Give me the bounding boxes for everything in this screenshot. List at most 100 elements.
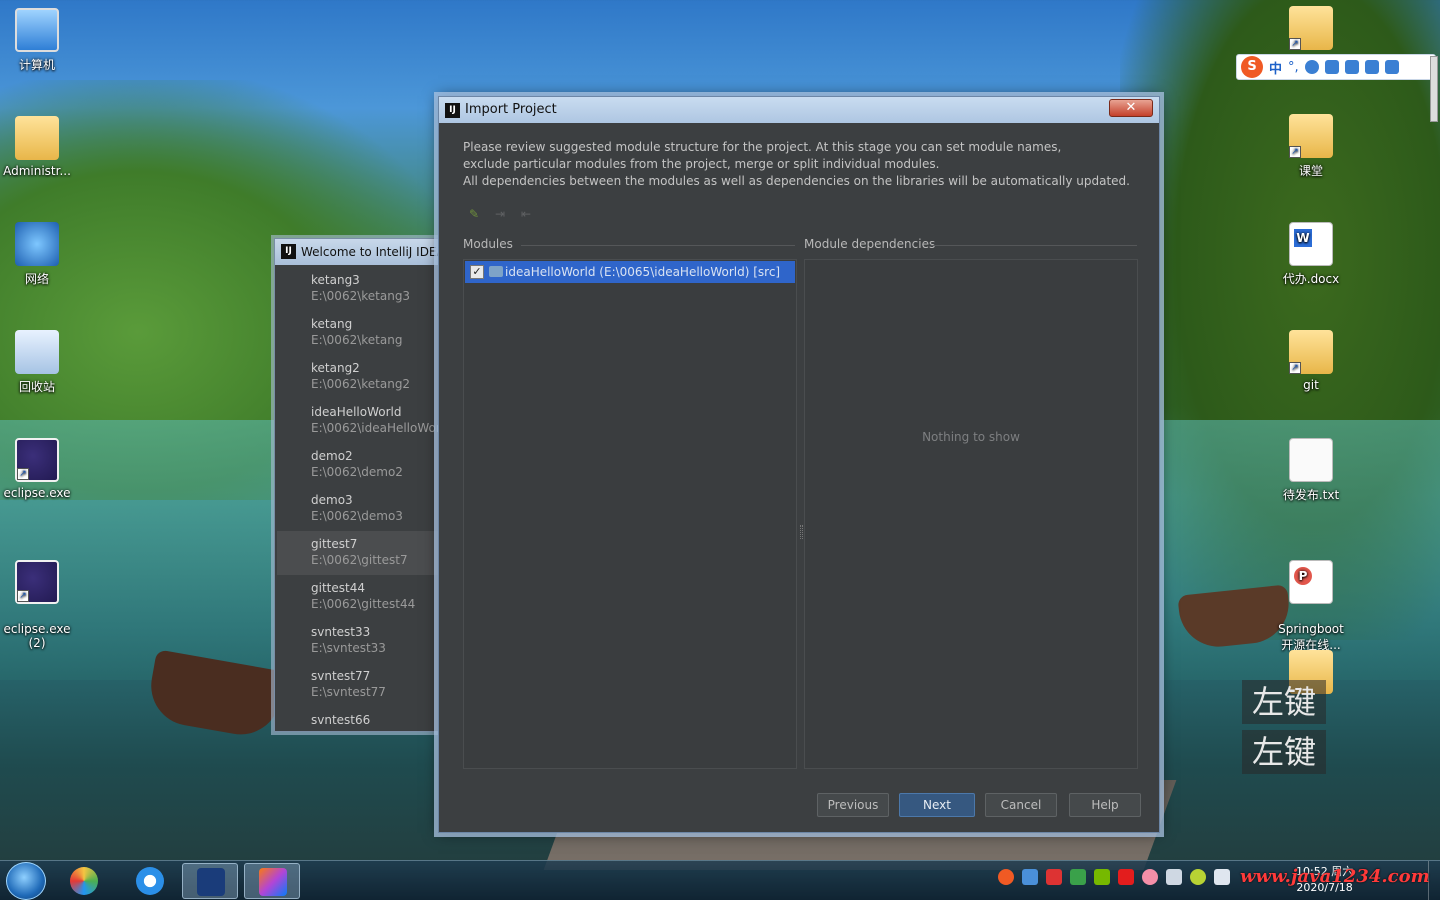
emoji-icon[interactable]	[1304, 60, 1319, 74]
list-item[interactable]: svntest66	[277, 707, 453, 731]
welcome-titlebar[interactable]: IJ Welcome to IntelliJ IDEA	[275, 239, 453, 265]
list-item[interactable]: demo3 E:\0062\demo3	[277, 487, 453, 531]
keyboard-icon[interactable]	[1344, 60, 1359, 74]
360-browser-icon	[70, 867, 98, 895]
desktop-icon-label: eclipse.exe (2)	[3, 622, 71, 650]
nvidia-icon[interactable]	[1094, 869, 1110, 885]
ime-punctuation-toggle[interactable]: °,	[1288, 60, 1299, 75]
list-item[interactable]: gittest7 E:\0062\gittest7	[277, 531, 453, 575]
project-name: svntest33	[311, 625, 371, 639]
recent-projects-list[interactable]: ketang3 E:\0062\ketang3 ketang E:\0062\ket…	[277, 267, 453, 731]
taskbar-app-intellij[interactable]	[244, 863, 300, 899]
desktop-icon-classroom[interactable]: ↗ 课堂	[1274, 114, 1348, 179]
microphone-icon[interactable]	[1324, 60, 1339, 74]
taskbar-app-qq-browser[interactable]	[122, 863, 178, 899]
project-name: ketang2	[311, 361, 360, 375]
skin-icon[interactable]	[1384, 60, 1399, 74]
module-folder-icon	[489, 266, 503, 277]
system-tray	[998, 869, 1230, 885]
desktop-icon-git[interactable]: ↗ git	[1274, 330, 1348, 392]
shortcut-arrow-icon: ↗	[1289, 38, 1301, 50]
desktop-icon-folder[interactable]: ↗	[1274, 6, 1348, 54]
toolbox-icon[interactable]	[1364, 60, 1379, 74]
split-module-icon[interactable]: ⇤	[521, 207, 535, 221]
ime-toolbar[interactable]: S 中 °,	[1236, 54, 1436, 80]
desktop-icon-computer[interactable]: 计算机	[0, 8, 74, 73]
splitter-handle[interactable]	[800, 525, 803, 539]
module-checkbox[interactable]: ✓	[470, 265, 484, 279]
import-project-dialog[interactable]: IJ Import Project ✕ Please review sugges…	[438, 96, 1160, 833]
list-item[interactable]: ketang2 E:\0062\ketang2	[277, 355, 453, 399]
network-tray-icon[interactable]	[1166, 869, 1182, 885]
cancel-button[interactable]: Cancel	[985, 793, 1057, 817]
tray-s-icon[interactable]	[1118, 869, 1134, 885]
start-button[interactable]	[6, 862, 46, 900]
cube-tray-icon[interactable]	[1022, 869, 1038, 885]
next-button[interactable]: Next	[899, 793, 975, 817]
taskbar-app-360[interactable]	[56, 863, 112, 899]
separator	[931, 245, 1137, 246]
ime-scroll-handle[interactable]	[1430, 56, 1438, 122]
desktop-icon-eclipse[interactable]: ↗ eclipse.exe	[0, 438, 74, 500]
modules-list[interactable]: ✓ ideaHelloWorld (E:\0065\ideaHelloWorld…	[463, 259, 797, 769]
merge-modules-icon[interactable]: ⇥	[495, 207, 509, 221]
text-file-icon	[1289, 438, 1333, 482]
desktop-icon-springboot[interactable]: Springboot 开源在线...	[1274, 546, 1348, 667]
tray-plus-icon[interactable]	[1190, 869, 1206, 885]
project-path: E:\0062\demo2	[311, 465, 403, 479]
rename-pencil-icon[interactable]: ✎	[469, 207, 483, 221]
close-button[interactable]: ✕	[1109, 99, 1153, 117]
description-line: Please review suggested module structure…	[463, 140, 1062, 154]
watermark-text: www.java1234.com	[1240, 866, 1430, 887]
click-hint-overlay: 左键	[1242, 680, 1326, 724]
desktop-icon-label: 待发布.txt	[1282, 488, 1340, 502]
list-item[interactable]: ketang E:\0062\ketang	[277, 311, 453, 355]
description-line: exclude particular modules from the proj…	[463, 157, 940, 171]
sogou-logo-icon[interactable]: S	[1241, 56, 1263, 78]
desktop-icon-eclipse-2[interactable]: ↗ eclipse.exe (2)	[0, 546, 74, 664]
taskbar-app-m[interactable]	[182, 863, 238, 899]
intellij-logo-icon: IJ	[281, 244, 296, 259]
m-app-icon	[197, 868, 225, 896]
module-dependencies-panel: Nothing to show	[804, 259, 1138, 769]
dialog-titlebar[interactable]: IJ Import Project ✕	[439, 97, 1159, 123]
shortcut-arrow-icon: ↗	[17, 468, 29, 480]
project-path: E:\svntest33	[311, 641, 386, 655]
project-name: gittest7	[311, 537, 358, 551]
desktop-icon-docx[interactable]: 代办.docx	[1274, 222, 1348, 287]
desktop-icon-txt[interactable]: 待发布.txt	[1274, 438, 1348, 503]
list-item[interactable]: svntest33 E:\svntest33	[277, 619, 453, 663]
volume-icon[interactable]	[1214, 869, 1230, 885]
list-item[interactable]: ✓ ideaHelloWorld (E:\0065\ideaHelloWorld…	[465, 261, 795, 283]
computer-icon	[15, 8, 59, 52]
description-line: All dependencies between the modules as …	[463, 174, 1130, 188]
list-item[interactable]: ketang3 E:\0062\ketang3	[277, 267, 453, 311]
sogou-tray-icon[interactable]	[998, 869, 1014, 885]
list-item[interactable]: ideaHelloWorld E:\0062\ideaHelloWorld	[277, 399, 453, 443]
desktop-icon-label: git	[1303, 378, 1319, 392]
module-toolbar: ✎ ⇥ ⇤	[469, 207, 535, 221]
project-name: gittest44	[311, 581, 365, 595]
help-button[interactable]: Help	[1069, 793, 1141, 817]
browser-icon	[136, 867, 164, 895]
ime-mode-toggle[interactable]: 中	[1269, 58, 1282, 77]
folder-icon: ↗	[1289, 6, 1333, 50]
welcome-window[interactable]: IJ Welcome to IntelliJ IDEA ketang3 E:\00…	[274, 238, 454, 732]
list-item[interactable]: gittest44 E:\0062\gittest44	[277, 575, 453, 619]
previous-button[interactable]: Previous	[817, 793, 889, 817]
folder-icon: ↗	[1289, 114, 1333, 158]
modules-label: Modules	[463, 237, 513, 251]
desktop-icon-network[interactable]: 网络	[0, 222, 74, 287]
desktop-icon-administrator[interactable]: Administr...	[0, 116, 74, 178]
security-shield-icon[interactable]	[1070, 869, 1086, 885]
separator	[521, 245, 795, 246]
flower-icon[interactable]	[1142, 869, 1158, 885]
desktop-icon-label: eclipse.exe	[3, 486, 71, 500]
tray-app-icon[interactable]	[1046, 869, 1062, 885]
project-name: ketang3	[311, 273, 360, 287]
welcome-title: Welcome to IntelliJ IDEA	[301, 245, 445, 259]
shortcut-arrow-icon: ↗	[17, 590, 29, 602]
desktop-icon-recycle-bin[interactable]: 回收站	[0, 330, 74, 395]
list-item[interactable]: svntest77 E:\svntest77	[277, 663, 453, 707]
list-item[interactable]: demo2 E:\0062\demo2	[277, 443, 453, 487]
